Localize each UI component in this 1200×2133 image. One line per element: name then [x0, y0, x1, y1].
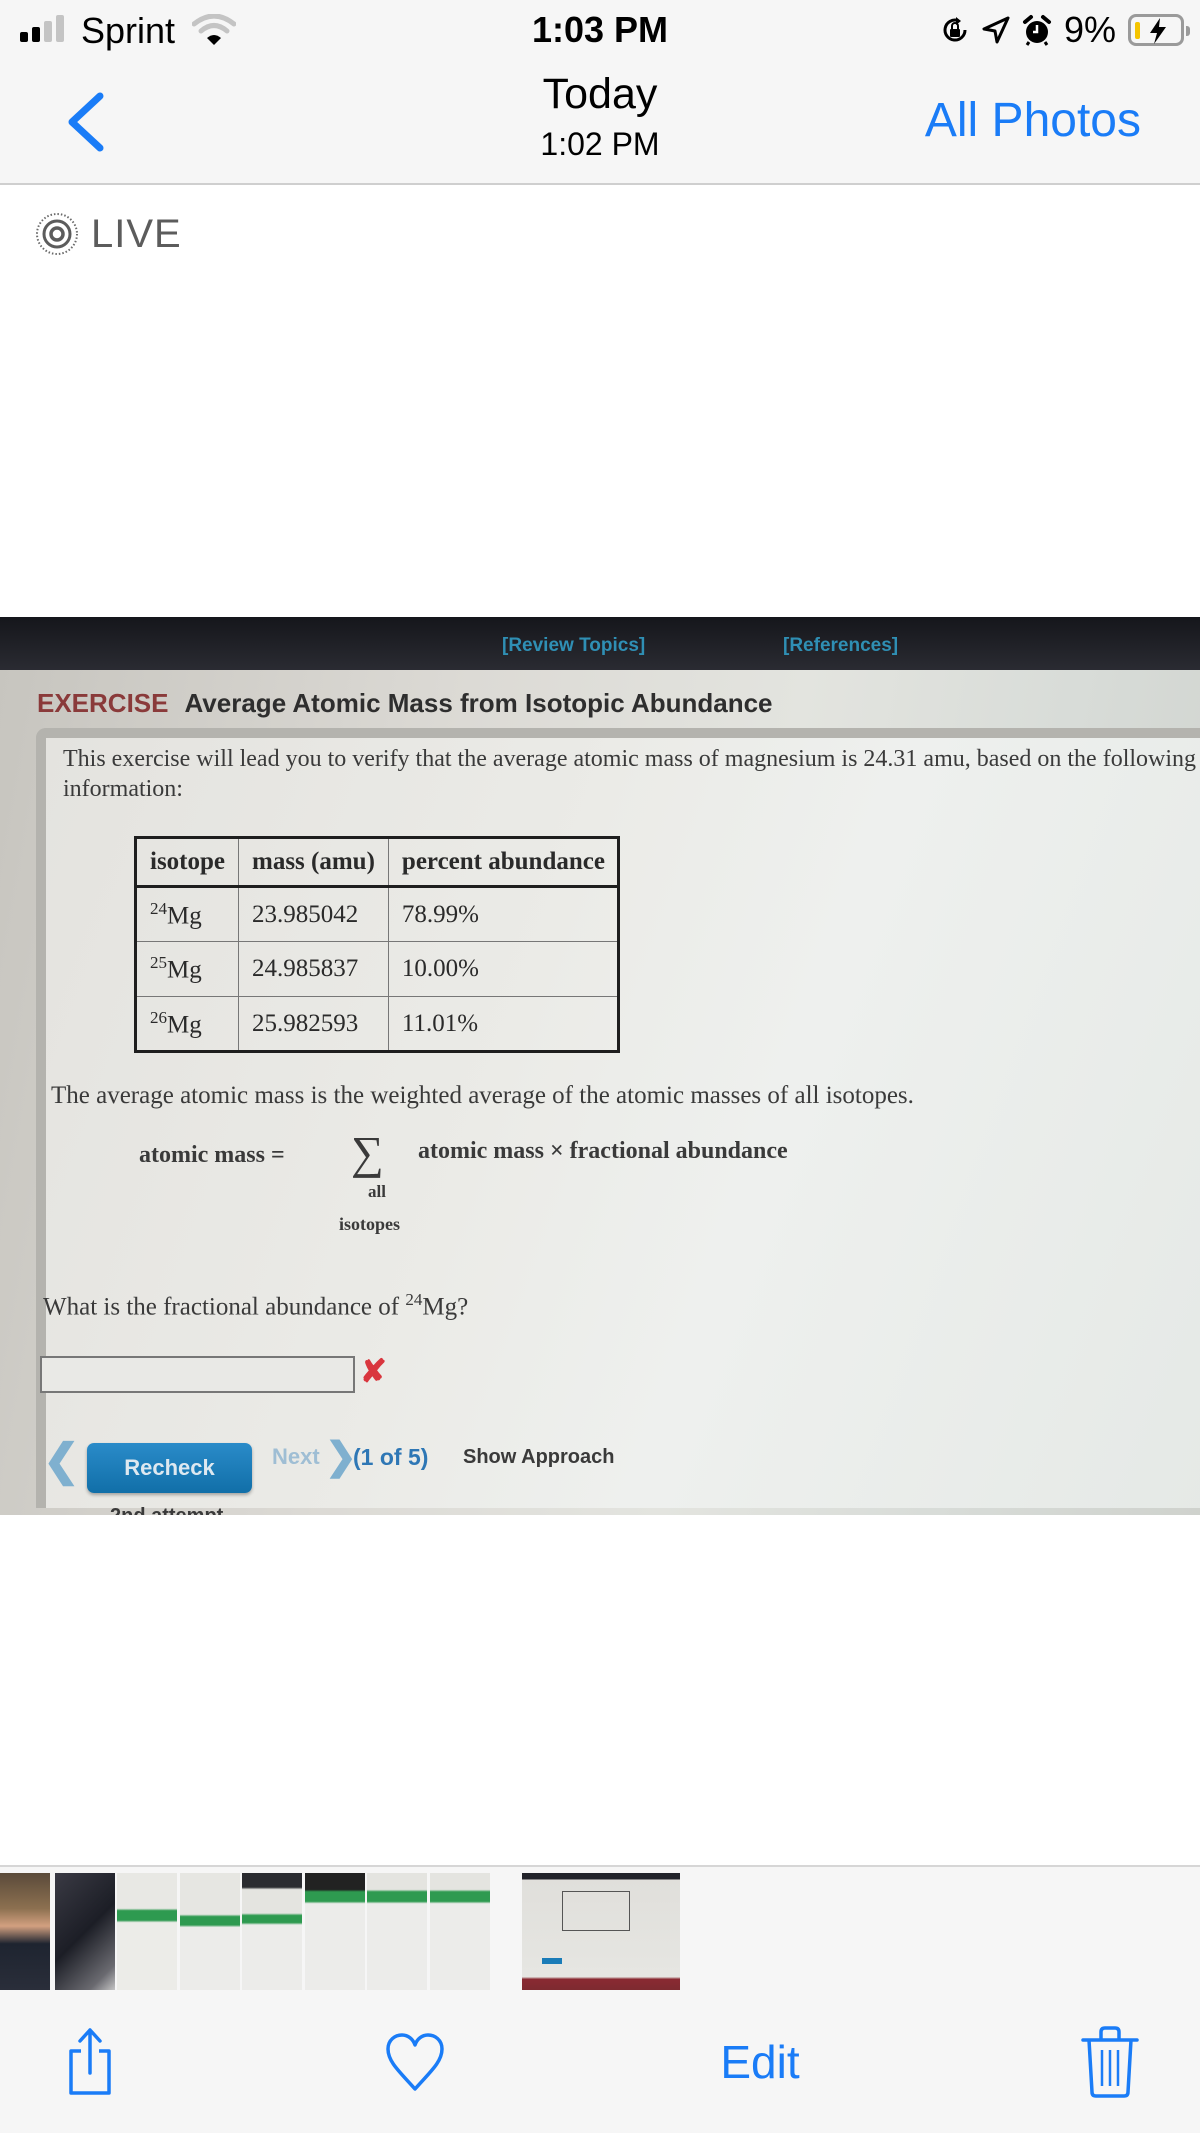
sigma-subscript-all: all	[368, 1182, 386, 1201]
heart-icon	[386, 2033, 444, 2091]
delete-button[interactable]	[1080, 2026, 1140, 2098]
edit-button[interactable]: Edit	[710, 2030, 810, 2094]
answer-field	[40, 1356, 355, 1393]
recheck-button: Recheck	[87, 1443, 252, 1493]
thumbnail[interactable]	[242, 1873, 302, 1991]
photo-screen-topbar: [Review Topics] [References]	[0, 617, 1200, 670]
previous-arrow-icon: ❮	[43, 1436, 80, 1485]
sigma-subscript-isotopes: isotopes	[339, 1214, 401, 1234]
edit-label: Edit	[720, 2036, 800, 2088]
formula-lhs: atomic mass =	[139, 1142, 285, 1168]
thumbnail-strip[interactable]	[0, 1865, 1200, 1991]
exercise-content: This exercise will lead you to verify th…	[36, 728, 1200, 1515]
exercise-name: Average Atomic Mass from Isotopic Abunda…	[184, 688, 773, 718]
column-header: percent abundance	[387, 837, 619, 888]
table-header-row: isotope mass (amu) percent abundance	[135, 837, 619, 888]
status-icons: 9%	[940, 9, 1190, 50]
references-link: [References]	[783, 635, 899, 656]
trash-icon	[1081, 2026, 1139, 2098]
nav-bar: Today 1:02 PM All Photos	[0, 58, 1200, 185]
thumbnail[interactable]	[55, 1873, 115, 1991]
formula-rhs: atomic mass × fractional abundance	[418, 1138, 788, 1164]
thumbnail[interactable]	[0, 1873, 50, 1991]
next-button: Next	[272, 1444, 320, 1469]
average-explanation: The average atomic mass is the weighted …	[51, 1082, 914, 1109]
thumbnail[interactable]	[180, 1873, 240, 1991]
share-button[interactable]	[60, 2028, 120, 2095]
orientation-lock-icon	[943, 17, 967, 42]
battery-charging-icon	[1128, 14, 1190, 46]
battery-percent: 9%	[1063, 9, 1116, 50]
exercise-title: EXERCISE Average Atomic Mass from Isotopi…	[37, 688, 773, 719]
abundance-cell: 11.01%	[387, 996, 619, 1052]
thumbnail[interactable]	[367, 1873, 427, 1991]
incorrect-x-icon: ✘	[360, 1353, 387, 1389]
mass-cell: 24.985837	[238, 941, 389, 997]
column-header: isotope	[135, 837, 239, 888]
status-bar: Sprint 1:03 PM 9%	[0, 0, 1200, 58]
attempt-label: 2nd attempt	[110, 1505, 223, 1515]
thumbnail-current[interactable]	[522, 1873, 680, 1991]
abundance-cell: 10.00%	[387, 941, 619, 997]
isotope-table: isotope mass (amu) percent abundance 24M…	[134, 836, 620, 1053]
bottom-toolbar: Edit	[0, 1990, 1200, 2133]
show-approach-link: Show Approach	[463, 1446, 615, 1468]
alarm-icon	[1022, 15, 1051, 46]
abundance-cell: 78.99%	[387, 886, 619, 942]
live-photo-icon	[36, 213, 78, 255]
exercise-tag: EXERCISE	[37, 688, 169, 718]
mass-cell: 23.985042	[238, 886, 389, 942]
review-topics-link: [Review Topics]	[502, 635, 646, 656]
live-photo-badge[interactable]: LIVE	[35, 210, 182, 258]
table-row: 25Mg 24.985837 10.00%	[135, 941, 619, 997]
thumbnail[interactable]	[430, 1873, 490, 1991]
all-photos-button[interactable]: All Photos	[925, 93, 1141, 148]
thumbnail[interactable]	[117, 1873, 177, 1991]
share-icon	[69, 2028, 111, 2095]
live-label: LIVE	[91, 211, 182, 256]
photo-view[interactable]: [Review Topics] [References] EXERCISE Ave…	[0, 617, 1200, 1515]
step-counter: (1 of 5)	[353, 1444, 429, 1470]
column-header: mass (amu)	[238, 837, 389, 888]
intro-text: This exercise will lead you to verify th…	[63, 746, 1197, 802]
isotope-cell: 25Mg	[135, 941, 239, 997]
photo-screen-content: EXERCISE Average Atomic Mass from Isotopi…	[0, 670, 1200, 1515]
isotope-cell: 26Mg	[135, 996, 239, 1052]
thumbnail[interactable]	[305, 1873, 365, 1991]
isotope-cell: 24Mg	[135, 886, 239, 942]
location-icon	[982, 16, 1010, 44]
mass-cell: 25.982593	[238, 996, 389, 1052]
question-text: What is the fractional abundance of 24Mg…	[43, 1290, 469, 1321]
table-row: 24Mg 23.985042 78.99%	[135, 886, 619, 942]
sigma-symbol: ∑	[351, 1127, 384, 1178]
table-row: 26Mg 25.982593 11.01%	[135, 996, 619, 1052]
favorite-button[interactable]	[383, 2030, 447, 2094]
